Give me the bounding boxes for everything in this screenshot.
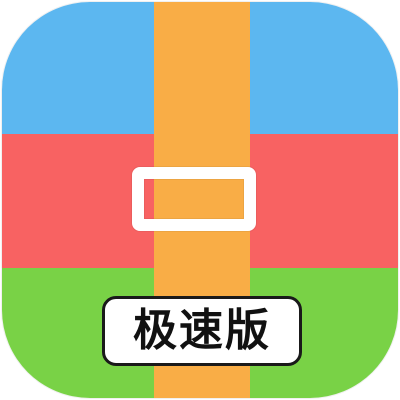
buckle-icon: [132, 167, 256, 231]
app-icon[interactable]: 极速版: [2, 2, 398, 398]
speed-edition-badge: 极速版: [102, 296, 302, 366]
